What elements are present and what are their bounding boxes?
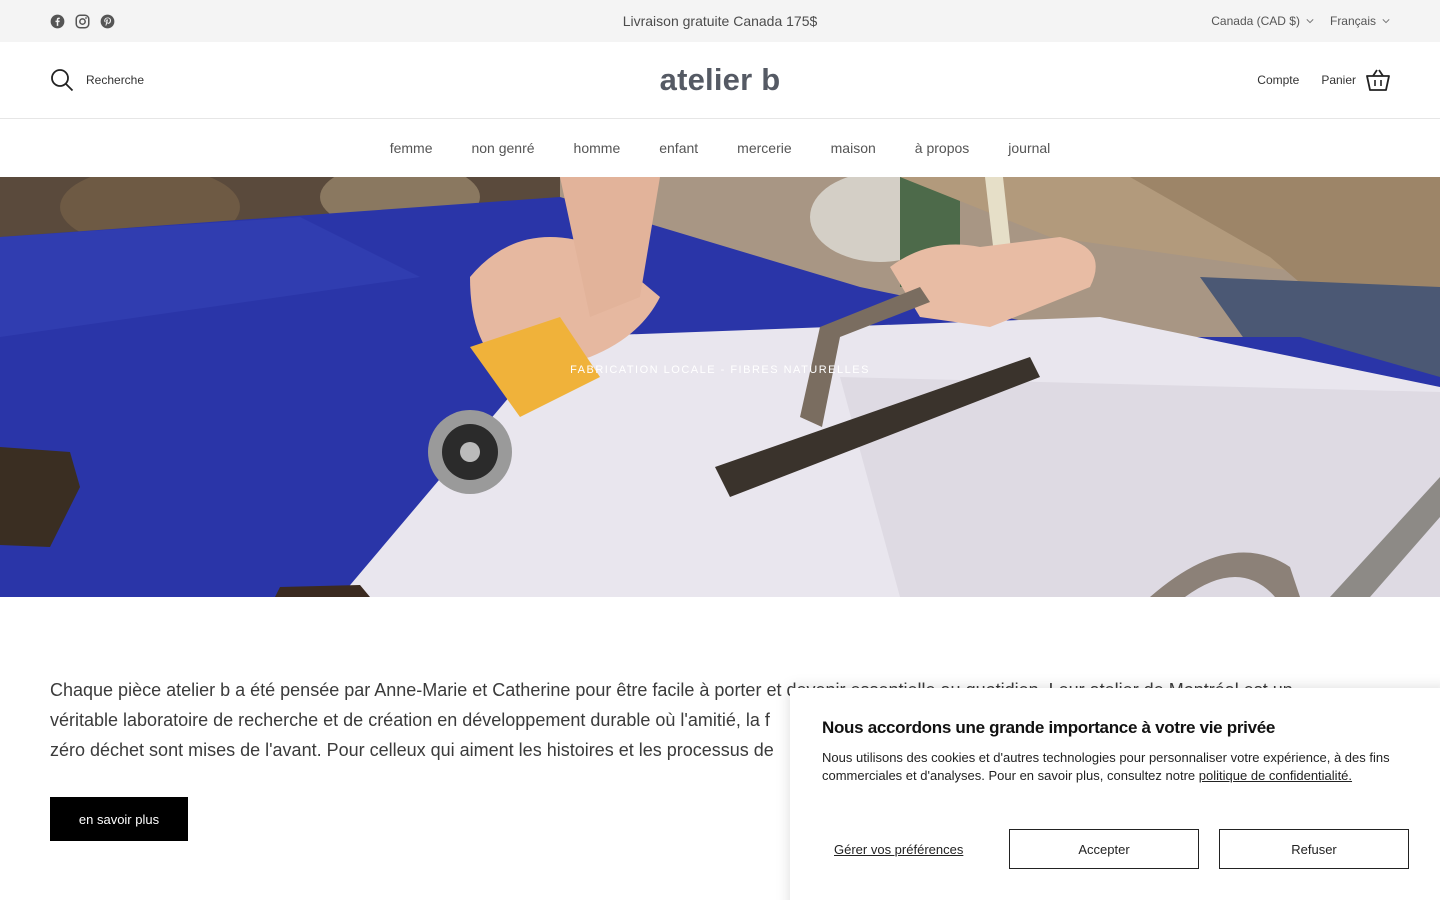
account-link[interactable]: Compte <box>1257 73 1299 87</box>
learn-more-button[interactable]: en savoir plus <box>50 797 188 841</box>
chevron-down-icon <box>1382 19 1390 24</box>
nav-item-a-propos[interactable]: à propos <box>915 140 969 156</box>
search-label: Recherche <box>86 73 145 87</box>
decline-cookies-button[interactable]: Refuser <box>1219 829 1409 869</box>
logo: atelier b <box>0 62 1440 98</box>
hero-banner[interactable]: FABRICATION LOCALE - FIBRES NATURELLES <box>0 177 1440 597</box>
hero-image <box>0 177 1440 597</box>
search-button[interactable]: Recherche <box>50 68 144 92</box>
nav-item-non-genre[interactable]: non genré <box>471 140 534 156</box>
chevron-down-icon <box>1306 19 1314 24</box>
logo-link[interactable]: atelier b <box>660 62 781 97</box>
accept-cookies-button[interactable]: Accepter <box>1009 829 1199 869</box>
nav-item-homme[interactable]: homme <box>574 140 621 156</box>
cookie-title: Nous accordons une grande importance à v… <box>822 718 1276 737</box>
cookie-banner: Nous accordons une grande importance à v… <box>790 688 1440 900</box>
country-selector[interactable]: Canada (CAD $) <box>1211 14 1314 28</box>
announcement-bar: Livraison gratuite Canada 175$ Canada (C… <box>0 0 1440 42</box>
cart-label: Panier <box>1321 73 1356 87</box>
pinterest-icon[interactable] <box>100 14 115 29</box>
cookie-actions: Gérer vos préférences Accepter Refuser <box>822 829 1409 869</box>
nav-item-maison[interactable]: maison <box>831 140 876 156</box>
nav-item-journal[interactable]: journal <box>1008 140 1050 156</box>
social-links <box>50 14 115 29</box>
header-actions: Compte Panier <box>1257 69 1390 91</box>
locale-selectors: Canada (CAD $) Français <box>1211 14 1390 28</box>
hero-caption: FABRICATION LOCALE - FIBRES NATURELLES <box>570 364 870 376</box>
basket-icon <box>1366 69 1390 91</box>
main-nav: femme non genré homme enfant mercerie ma… <box>0 119 1440 177</box>
language-selector[interactable]: Français <box>1330 14 1390 28</box>
facebook-icon[interactable] <box>50 14 65 29</box>
country-label: Canada (CAD $) <box>1211 14 1300 28</box>
nav-item-enfant[interactable]: enfant <box>659 140 698 156</box>
cookie-body: Nous utilisons des cookies et d'autres t… <box>822 749 1402 785</box>
announcement-text[interactable]: Livraison gratuite Canada 175$ <box>623 13 818 29</box>
search-icon <box>51 69 74 92</box>
language-label: Français <box>1329 14 1376 28</box>
instagram-icon[interactable] <box>75 14 90 29</box>
site-header: Recherche atelier b Compte Panier <box>0 42 1440 119</box>
privacy-policy-link[interactable]: politique de confidentialité. <box>1199 768 1352 783</box>
manage-preferences-link[interactable]: Gérer vos préférences <box>822 842 1009 857</box>
cart-button[interactable]: Panier <box>1321 69 1390 91</box>
nav-item-femme[interactable]: femme <box>390 140 433 156</box>
nav-item-mercerie[interactable]: mercerie <box>737 140 791 156</box>
